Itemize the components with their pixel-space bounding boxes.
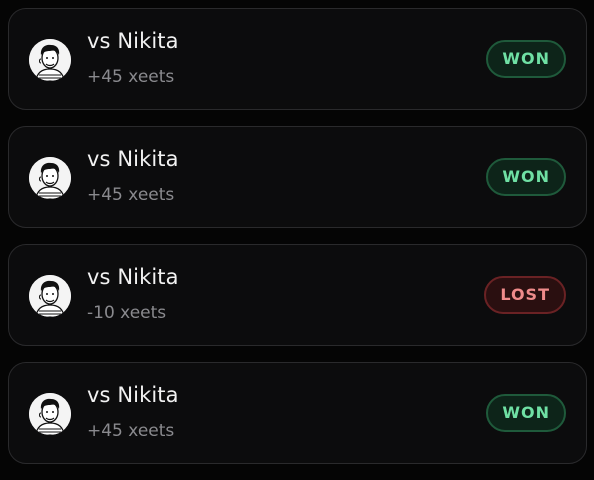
player-avatar-icon (29, 275, 71, 317)
player-avatar-icon (29, 393, 71, 435)
player-avatar-icon (29, 39, 71, 81)
xeets-delta: +45 xeets (87, 421, 175, 441)
player-avatar-icon (29, 157, 71, 199)
opponent-title: vs Nikita (87, 383, 179, 407)
opponent-title: vs Nikita (87, 265, 179, 289)
opponent-title: vs Nikita (87, 29, 179, 53)
result-badge: WON (486, 158, 566, 196)
xeets-delta: +45 xeets (87, 185, 175, 205)
result-badge: WON (486, 394, 566, 432)
match-card[interactable]: vs Nikita +45 xeets WON (8, 126, 587, 228)
match-card[interactable]: vs Nikita -10 xeets LOST (8, 244, 587, 346)
xeets-delta: +45 xeets (87, 67, 175, 87)
match-card[interactable]: vs Nikita +45 xeets WON (8, 8, 587, 110)
match-card[interactable]: vs Nikita +45 xeets WON (8, 362, 587, 464)
result-badge: WON (486, 40, 566, 78)
match-history-list: vs Nikita +45 xeets WON vs Nikita +45 xe… (8, 8, 587, 480)
result-badge: LOST (484, 276, 566, 314)
xeets-delta: -10 xeets (87, 303, 167, 323)
opponent-title: vs Nikita (87, 147, 179, 171)
